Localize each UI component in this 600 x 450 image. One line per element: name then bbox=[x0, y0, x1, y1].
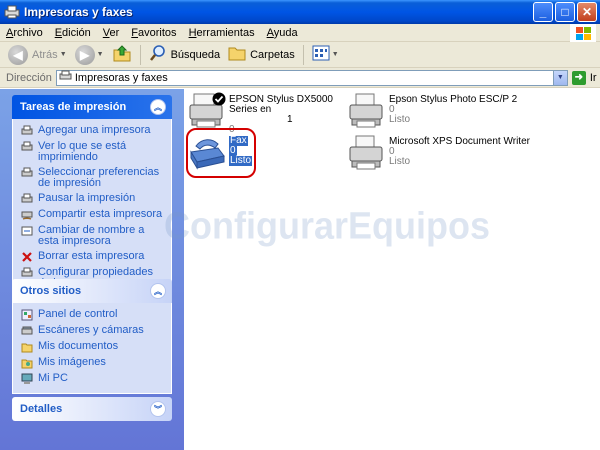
scanner-icon bbox=[21, 325, 33, 337]
share-icon bbox=[21, 209, 33, 221]
printer-tasks-panel: Tareas de impresión ︽ Agregar una impres… bbox=[12, 95, 172, 298]
toolbar: ◀ Atrás ▼ ▶ ▼ Búsqueda Carpetas ▼ bbox=[0, 42, 600, 68]
task-add-printer[interactable]: Agregar una impresora bbox=[21, 123, 165, 139]
minimize-button[interactable]: _ bbox=[533, 2, 553, 22]
menu-edicion[interactable]: Edición bbox=[49, 27, 97, 39]
delete-icon bbox=[21, 251, 33, 263]
views-button[interactable]: ▼ bbox=[308, 44, 343, 66]
printer-name-line2: 1 bbox=[287, 114, 293, 125]
printer-icon bbox=[348, 134, 386, 172]
printer-icon bbox=[188, 92, 226, 130]
up-folder-icon bbox=[112, 44, 132, 65]
menu-bar: Archivo Edición Ver Favoritos Herramient… bbox=[0, 24, 600, 42]
task-rename[interactable]: Cambiar de nombre a esta impresora bbox=[21, 223, 165, 249]
task-pane: Tareas de impresión ︽ Agregar una impres… bbox=[0, 89, 184, 450]
title-bar: Impresoras y faxes _ □ ✕ bbox=[0, 0, 600, 24]
task-view-queue[interactable]: Ver lo que se está imprimiendo bbox=[21, 139, 165, 165]
add-printer-icon bbox=[21, 125, 33, 137]
printer-icon bbox=[348, 92, 386, 130]
address-label: Dirección bbox=[6, 71, 52, 84]
printer-item[interactable]: Microsoft XPS Document Writer 0 Listo bbox=[348, 134, 530, 172]
task-pause[interactable]: Pausar la impresión bbox=[21, 191, 165, 207]
toolbar-separator bbox=[139, 44, 141, 65]
printer-name: Epson Stylus Photo ESC/P 2 bbox=[389, 94, 518, 105]
place-control-panel[interactable]: Panel de control bbox=[21, 307, 165, 323]
highlight-ring bbox=[186, 128, 256, 178]
place-my-pictures[interactable]: Mis imágenes bbox=[21, 355, 165, 371]
address-bar: Dirección Impresoras y faxes ▼ ➜ Ir bbox=[0, 68, 600, 88]
place-my-computer[interactable]: Mi PC bbox=[21, 371, 165, 387]
printers-folder-icon bbox=[59, 70, 72, 85]
folders-button[interactable]: Carpetas bbox=[224, 44, 299, 66]
address-value: Impresoras y faxes bbox=[74, 71, 168, 84]
my-documents-icon bbox=[21, 341, 33, 353]
search-icon bbox=[149, 44, 167, 65]
details-panel: Detalles ︾ bbox=[12, 397, 172, 421]
chevron-down-icon[interactable]: ︾ bbox=[150, 401, 166, 417]
menu-ver[interactable]: Ver bbox=[97, 27, 126, 39]
printer-status: Listo bbox=[389, 156, 411, 167]
preferences-icon bbox=[21, 167, 33, 179]
windows-logo-icon bbox=[570, 24, 596, 42]
chevron-down-icon: ▼ bbox=[96, 51, 104, 58]
rename-icon bbox=[21, 225, 33, 237]
chevron-up-icon[interactable]: ︽ bbox=[150, 283, 166, 299]
toolbar-separator bbox=[302, 44, 304, 65]
up-folder-button[interactable] bbox=[108, 44, 136, 66]
my-pictures-icon bbox=[21, 357, 33, 369]
default-check-icon bbox=[212, 92, 226, 106]
chevron-up-icon[interactable]: ︽ bbox=[150, 99, 166, 115]
printer-tasks-header[interactable]: Tareas de impresión ︽ bbox=[12, 95, 172, 119]
pause-icon bbox=[21, 193, 33, 205]
printer-tasks-list: Agregar una impresora Ver lo que se está… bbox=[12, 119, 172, 298]
menu-archivo[interactable]: Archivo bbox=[0, 27, 49, 39]
details-header[interactable]: Detalles ︾ bbox=[12, 397, 172, 421]
place-scanners[interactable]: Escáneres y cámaras bbox=[21, 323, 165, 339]
maximize-button[interactable]: □ bbox=[555, 2, 575, 22]
properties-icon bbox=[21, 267, 33, 279]
menu-favoritos[interactable]: Favoritos bbox=[125, 27, 182, 39]
printer-jobs: 0 bbox=[389, 146, 395, 157]
back-arrow-icon: ◀ bbox=[8, 44, 28, 65]
other-places-list: Panel de control Escáneres y cámaras Mis… bbox=[12, 303, 172, 394]
close-button[interactable]: ✕ bbox=[577, 2, 597, 22]
printer-name: Microsoft XPS Document Writer bbox=[389, 136, 530, 147]
window-title: Impresoras y faxes bbox=[24, 5, 133, 19]
go-button[interactable]: ➜ Ir bbox=[571, 70, 597, 85]
printer-status: Listo bbox=[389, 114, 411, 125]
folders-icon bbox=[228, 45, 246, 64]
control-panel-icon bbox=[21, 309, 33, 321]
chevron-down-icon: ▼ bbox=[331, 51, 339, 58]
views-icon bbox=[312, 45, 330, 64]
forward-button[interactable]: ▶ ▼ bbox=[71, 44, 108, 66]
chevron-down-icon: ▼ bbox=[59, 51, 67, 58]
go-arrow-icon: ➜ bbox=[571, 70, 586, 85]
back-button[interactable]: ◀ Atrás ▼ bbox=[4, 44, 71, 66]
forward-arrow-icon: ▶ bbox=[74, 44, 95, 65]
task-share[interactable]: Compartir esta impresora bbox=[21, 207, 165, 223]
menu-ayuda[interactable]: Ayuda bbox=[261, 27, 304, 39]
menu-herramientas[interactable]: Herramientas bbox=[183, 27, 261, 39]
printer-folder-icon bbox=[4, 5, 20, 19]
print-queue-icon bbox=[21, 141, 33, 153]
search-button[interactable]: Búsqueda bbox=[145, 44, 225, 66]
chevron-down-icon[interactable]: ▼ bbox=[552, 70, 567, 85]
printer-item[interactable]: Epson Stylus Photo ESC/P 2 0 Listo bbox=[348, 92, 517, 130]
printer-name: EPSON Stylus DX5000 Series en bbox=[229, 94, 333, 115]
place-my-documents[interactable]: Mis documentos bbox=[21, 339, 165, 355]
address-field[interactable]: Impresoras y faxes ▼ bbox=[55, 69, 568, 86]
other-places-panel: Otros sitios ︽ Panel de control Escánere… bbox=[12, 279, 172, 394]
task-preferences[interactable]: Seleccionar preferencias de impresión bbox=[21, 165, 165, 191]
other-places-header[interactable]: Otros sitios ︽ bbox=[12, 279, 172, 303]
my-computer-icon bbox=[21, 373, 33, 385]
task-delete[interactable]: Borrar esta impresora bbox=[21, 249, 165, 265]
